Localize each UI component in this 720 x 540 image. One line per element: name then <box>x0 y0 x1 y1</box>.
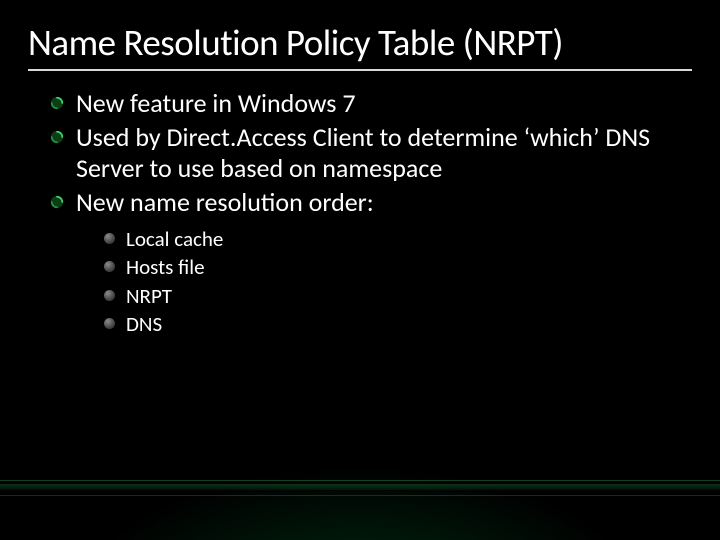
sub-bullet-item: Local cache <box>104 225 690 253</box>
sub-bullet-text: Hosts file <box>126 254 205 280</box>
sub-bullet-text: DNS <box>126 311 162 337</box>
dot-bullet-icon <box>104 290 115 301</box>
swirl-bullet-icon <box>50 195 64 209</box>
sub-bullet-item: Hosts file <box>104 253 690 281</box>
swirl-bullet-icon <box>50 96 64 110</box>
slide: Name Resolution Policy Table (NRPT) New … <box>0 0 720 540</box>
dot-bullet-icon <box>104 318 115 329</box>
footer-accent-bar <box>0 480 720 496</box>
slide-body: New feature in Windows 7 Used by Direct.… <box>52 88 690 340</box>
sub-bullet-item: NRPT <box>104 282 690 310</box>
bullet-list-level2: Local cache Hosts file NRPT DNS <box>76 225 690 338</box>
sub-bullet-text: Local cache <box>126 226 223 252</box>
bullet-text: New feature in Windows 7 <box>76 87 356 119</box>
sub-bullet-item: DNS <box>104 310 690 338</box>
slide-title: Name Resolution Policy Table (NRPT) <box>28 20 692 71</box>
bullet-list-level1: New feature in Windows 7 Used by Direct.… <box>52 88 690 338</box>
dot-bullet-icon <box>104 233 115 244</box>
bullet-item: Used by Direct.Access Client to determin… <box>52 122 690 185</box>
bullet-text: Used by Direct.Access Client to determin… <box>76 121 650 185</box>
bullet-item: New feature in Windows 7 <box>52 88 690 120</box>
bullet-item: New name resolution order: Local cache H… <box>52 187 690 338</box>
bullet-text: New name resolution order: <box>76 186 374 218</box>
dot-bullet-icon <box>104 261 115 272</box>
swirl-bullet-icon <box>50 130 64 144</box>
sub-bullet-text: NRPT <box>126 283 172 309</box>
